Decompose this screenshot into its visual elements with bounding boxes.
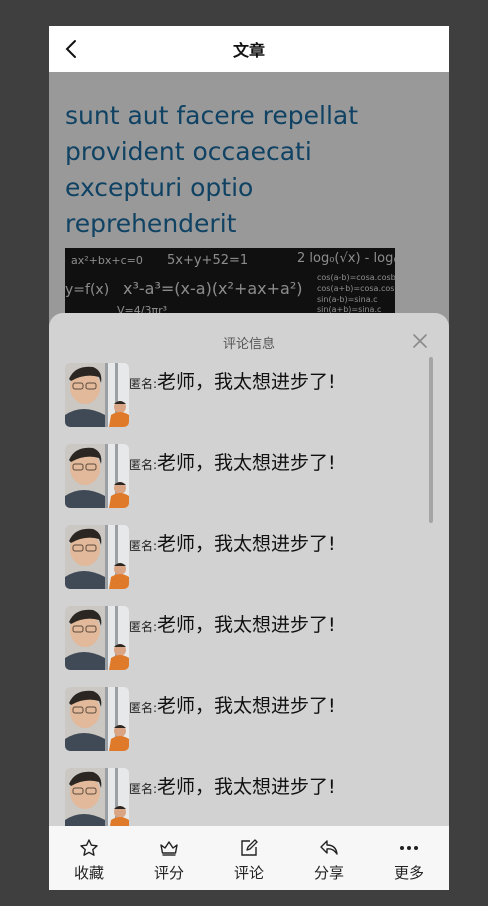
crown-icon xyxy=(159,838,179,858)
scrollbar-thumb[interactable] xyxy=(429,357,433,523)
comment-button[interactable]: 评论 xyxy=(219,826,279,890)
share-button[interactable]: 分享 xyxy=(299,826,359,890)
comment-author: 匿名: xyxy=(129,620,158,634)
comment-text: 老师，我太想进步了! xyxy=(157,371,336,393)
rate-label: 评分 xyxy=(153,864,184,882)
top-nav-bar: 文章 xyxy=(49,26,449,72)
avatar-image xyxy=(65,687,129,751)
edit-icon xyxy=(239,838,259,858)
avatar xyxy=(65,687,129,751)
comment-author: 匿名: xyxy=(129,377,158,391)
comment-item[interactable]: 匿名: 老师，我太想进步了! xyxy=(65,444,421,525)
avatar xyxy=(65,606,129,670)
comment-item[interactable]: 匿名: 老师，我太想进步了! xyxy=(65,606,421,687)
avatar-image xyxy=(65,606,129,670)
comment-sheet: 评论信息 匿名: 老师，我太想进步了! 匿名: 老师，我太想进步了! 匿名: 老… xyxy=(49,313,449,890)
phone-frame: 文章 sunt aut facere repellat provident oc… xyxy=(49,26,449,890)
share-icon xyxy=(319,838,339,858)
sheet-title: 评论信息 xyxy=(222,337,275,352)
comment-list: 匿名: 老师，我太想进步了! 匿名: 老师，我太想进步了! 匿名: 老师，我太想… xyxy=(65,363,421,849)
back-button[interactable] xyxy=(59,37,83,61)
avatar-image xyxy=(65,768,129,832)
bottom-toolbar: 收藏 评分 评论 分享 更多 xyxy=(49,826,449,890)
rate-button[interactable]: 评分 xyxy=(139,826,199,890)
avatar xyxy=(65,444,129,508)
comment-text: 老师，我太想进步了! xyxy=(157,452,336,474)
avatar xyxy=(65,768,129,832)
comment-item[interactable]: 匿名: 老师，我太想进步了! xyxy=(65,363,421,444)
comment-text: 老师，我太想进步了! xyxy=(157,614,336,636)
comment-text: 老师，我太想进步了! xyxy=(157,533,336,555)
more-icon xyxy=(399,838,419,858)
comment-author: 匿名: xyxy=(129,539,158,553)
avatar-image xyxy=(65,444,129,508)
close-icon xyxy=(413,334,427,348)
avatar xyxy=(65,525,129,589)
comment-item[interactable]: 匿名: 老师，我太想进步了! xyxy=(65,525,421,606)
more-label: 更多 xyxy=(393,864,424,882)
comment-author: 匿名: xyxy=(129,701,158,715)
comment-label: 评论 xyxy=(233,864,264,882)
avatar-image xyxy=(65,363,129,427)
comment-item[interactable]: 匿名: 老师，我太想进步了! xyxy=(65,687,421,768)
more-button[interactable]: 更多 xyxy=(379,826,439,890)
scrollbar[interactable] xyxy=(429,357,433,822)
page-title: 文章 xyxy=(232,41,265,60)
comment-text: 老师，我太想进步了! xyxy=(157,695,336,717)
star-icon xyxy=(79,838,99,858)
favorite-label: 收藏 xyxy=(73,864,104,882)
close-button[interactable] xyxy=(413,333,427,348)
comment-text: 老师，我太想进步了! xyxy=(157,776,336,798)
comment-author: 匿名: xyxy=(129,782,158,796)
chevron-left-icon xyxy=(65,40,76,58)
avatar xyxy=(65,363,129,427)
avatar-image xyxy=(65,525,129,589)
comment-author: 匿名: xyxy=(129,458,158,472)
favorite-button[interactable]: 收藏 xyxy=(59,826,119,890)
share-label: 分享 xyxy=(313,864,344,882)
